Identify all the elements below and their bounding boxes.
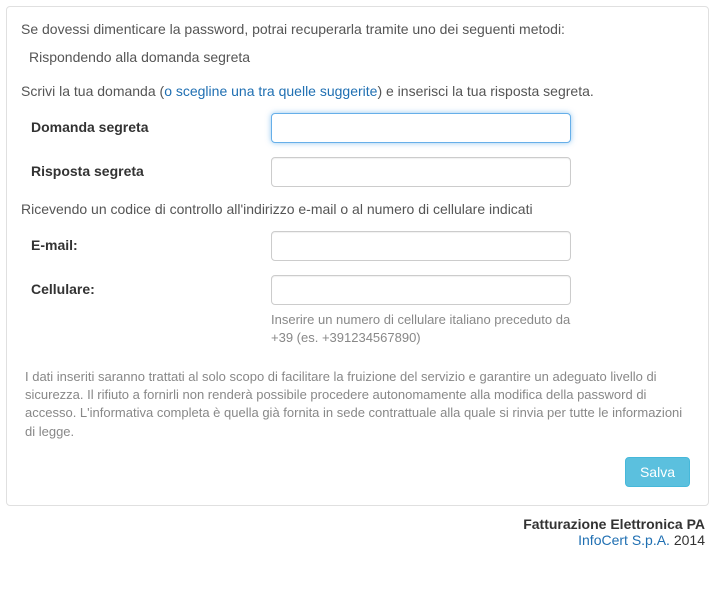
row-secret-question: Domanda segreta	[21, 113, 694, 143]
footer-year: 2014	[674, 532, 705, 548]
label-email: E-mail:	[21, 231, 271, 253]
label-secret-question: Domanda segreta	[21, 113, 271, 135]
save-button[interactable]: Salva	[625, 457, 690, 487]
legal-notice: I dati inseriti saranno trattati al solo…	[25, 368, 690, 441]
label-phone: Cellulare:	[21, 275, 271, 297]
label-secret-answer: Risposta segreta	[21, 157, 271, 179]
actions-bar: Salva	[21, 457, 694, 487]
suggested-questions-link[interactable]: o scegline una tra quelle suggerite	[164, 83, 377, 99]
prompt-suffix: ) e inserisci la tua risposta segreta.	[377, 83, 593, 99]
phone-help-text: Inserire un numero di cellulare italiano…	[271, 311, 571, 346]
phone-input[interactable]	[271, 275, 571, 305]
row-phone: Cellulare: Inserire un numero di cellula…	[21, 275, 694, 346]
footer-title: Fatturazione Elettronica PA	[0, 516, 705, 532]
method-code-text: Ricevendo un codice di controllo all'ind…	[21, 201, 694, 217]
row-email: E-mail:	[21, 231, 694, 261]
secret-answer-input[interactable]	[271, 157, 571, 187]
password-recovery-panel: Se dovessi dimenticare la password, potr…	[6, 6, 709, 506]
footer-company-link[interactable]: InfoCert S.p.A.	[578, 532, 670, 548]
email-input[interactable]	[271, 231, 571, 261]
question-prompt: Scrivi la tua domanda (o scegline una tr…	[21, 83, 694, 99]
prompt-prefix: Scrivi la tua domanda (	[21, 83, 164, 99]
page-footer: Fatturazione Elettronica PA InfoCert S.p…	[0, 512, 715, 558]
method-answer-text: Rispondendo alla domanda segreta	[29, 49, 694, 65]
intro-text: Se dovessi dimenticare la password, potr…	[21, 21, 694, 37]
row-secret-answer: Risposta segreta	[21, 157, 694, 187]
secret-question-input[interactable]	[271, 113, 571, 143]
